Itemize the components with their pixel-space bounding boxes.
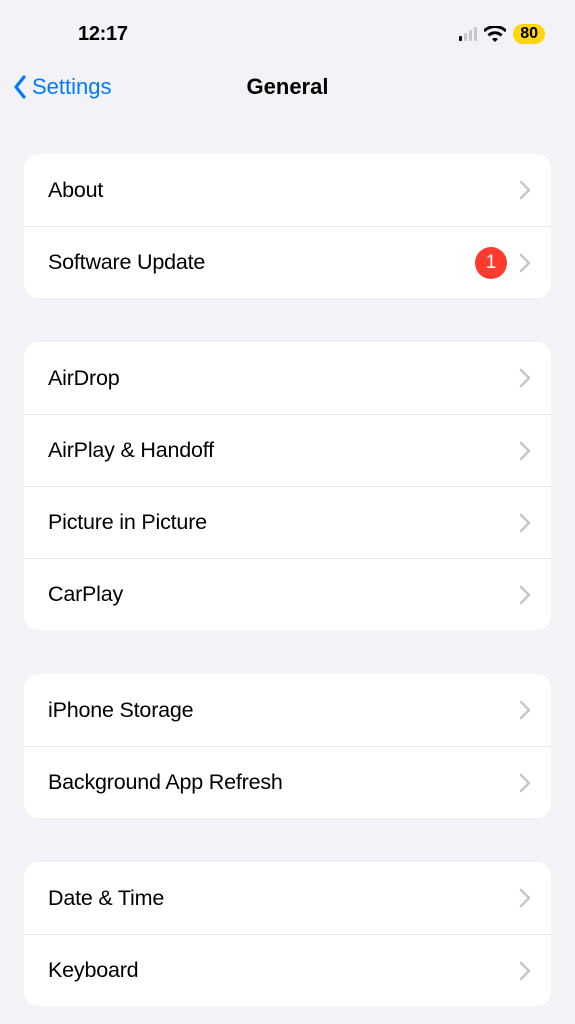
row-airdrop[interactable]: AirDrop (24, 342, 551, 414)
chevron-right-icon (519, 513, 531, 533)
row-label: Software Update (48, 250, 475, 275)
row-picture-in-picture[interactable]: Picture in Picture (24, 486, 551, 558)
section-connectivity: AirDrop AirPlay & Handoff Picture in Pic… (24, 342, 551, 630)
page-title: General (247, 74, 329, 100)
chevron-right-icon (519, 253, 531, 273)
section-storage: iPhone Storage Background App Refresh (24, 674, 551, 818)
chevron-right-icon (519, 888, 531, 908)
row-background-app-refresh[interactable]: Background App Refresh (24, 746, 551, 818)
row-label: Picture in Picture (48, 510, 519, 535)
chevron-right-icon (519, 180, 531, 200)
row-label: CarPlay (48, 582, 519, 607)
row-label: iPhone Storage (48, 698, 519, 723)
cellular-icon (459, 27, 478, 41)
notification-badge: 1 (475, 247, 507, 279)
row-label: About (48, 178, 519, 203)
row-label: Background App Refresh (48, 770, 519, 795)
back-label: Settings (32, 74, 112, 100)
battery-indicator: 80 (513, 24, 545, 44)
row-label: Keyboard (48, 958, 519, 983)
chevron-right-icon (519, 441, 531, 461)
battery-level: 80 (520, 26, 538, 42)
status-indicators: 80 (459, 24, 545, 44)
section-about-update: About Software Update 1 (24, 154, 551, 298)
row-keyboard[interactable]: Keyboard (24, 934, 551, 1006)
chevron-right-icon (519, 585, 531, 605)
wifi-icon (484, 26, 506, 42)
back-button[interactable]: Settings (12, 74, 112, 100)
chevron-right-icon (519, 773, 531, 793)
chevron-left-icon (12, 75, 28, 99)
nav-header: Settings General (0, 58, 575, 116)
chevron-right-icon (519, 700, 531, 720)
row-airplay-handoff[interactable]: AirPlay & Handoff (24, 414, 551, 486)
chevron-right-icon (519, 368, 531, 388)
chevron-right-icon (519, 961, 531, 981)
content: About Software Update 1 AirDrop AirPlay … (0, 154, 575, 1006)
status-bar: 12:17 80 (0, 0, 575, 58)
row-date-time[interactable]: Date & Time (24, 862, 551, 934)
row-label: AirPlay & Handoff (48, 438, 519, 463)
row-label: Date & Time (48, 886, 519, 911)
row-label: AirDrop (48, 366, 519, 391)
status-time: 12:17 (78, 23, 128, 46)
row-iphone-storage[interactable]: iPhone Storage (24, 674, 551, 746)
section-date-keyboard: Date & Time Keyboard (24, 862, 551, 1006)
row-software-update[interactable]: Software Update 1 (24, 226, 551, 298)
row-carplay[interactable]: CarPlay (24, 558, 551, 630)
row-about[interactable]: About (24, 154, 551, 226)
